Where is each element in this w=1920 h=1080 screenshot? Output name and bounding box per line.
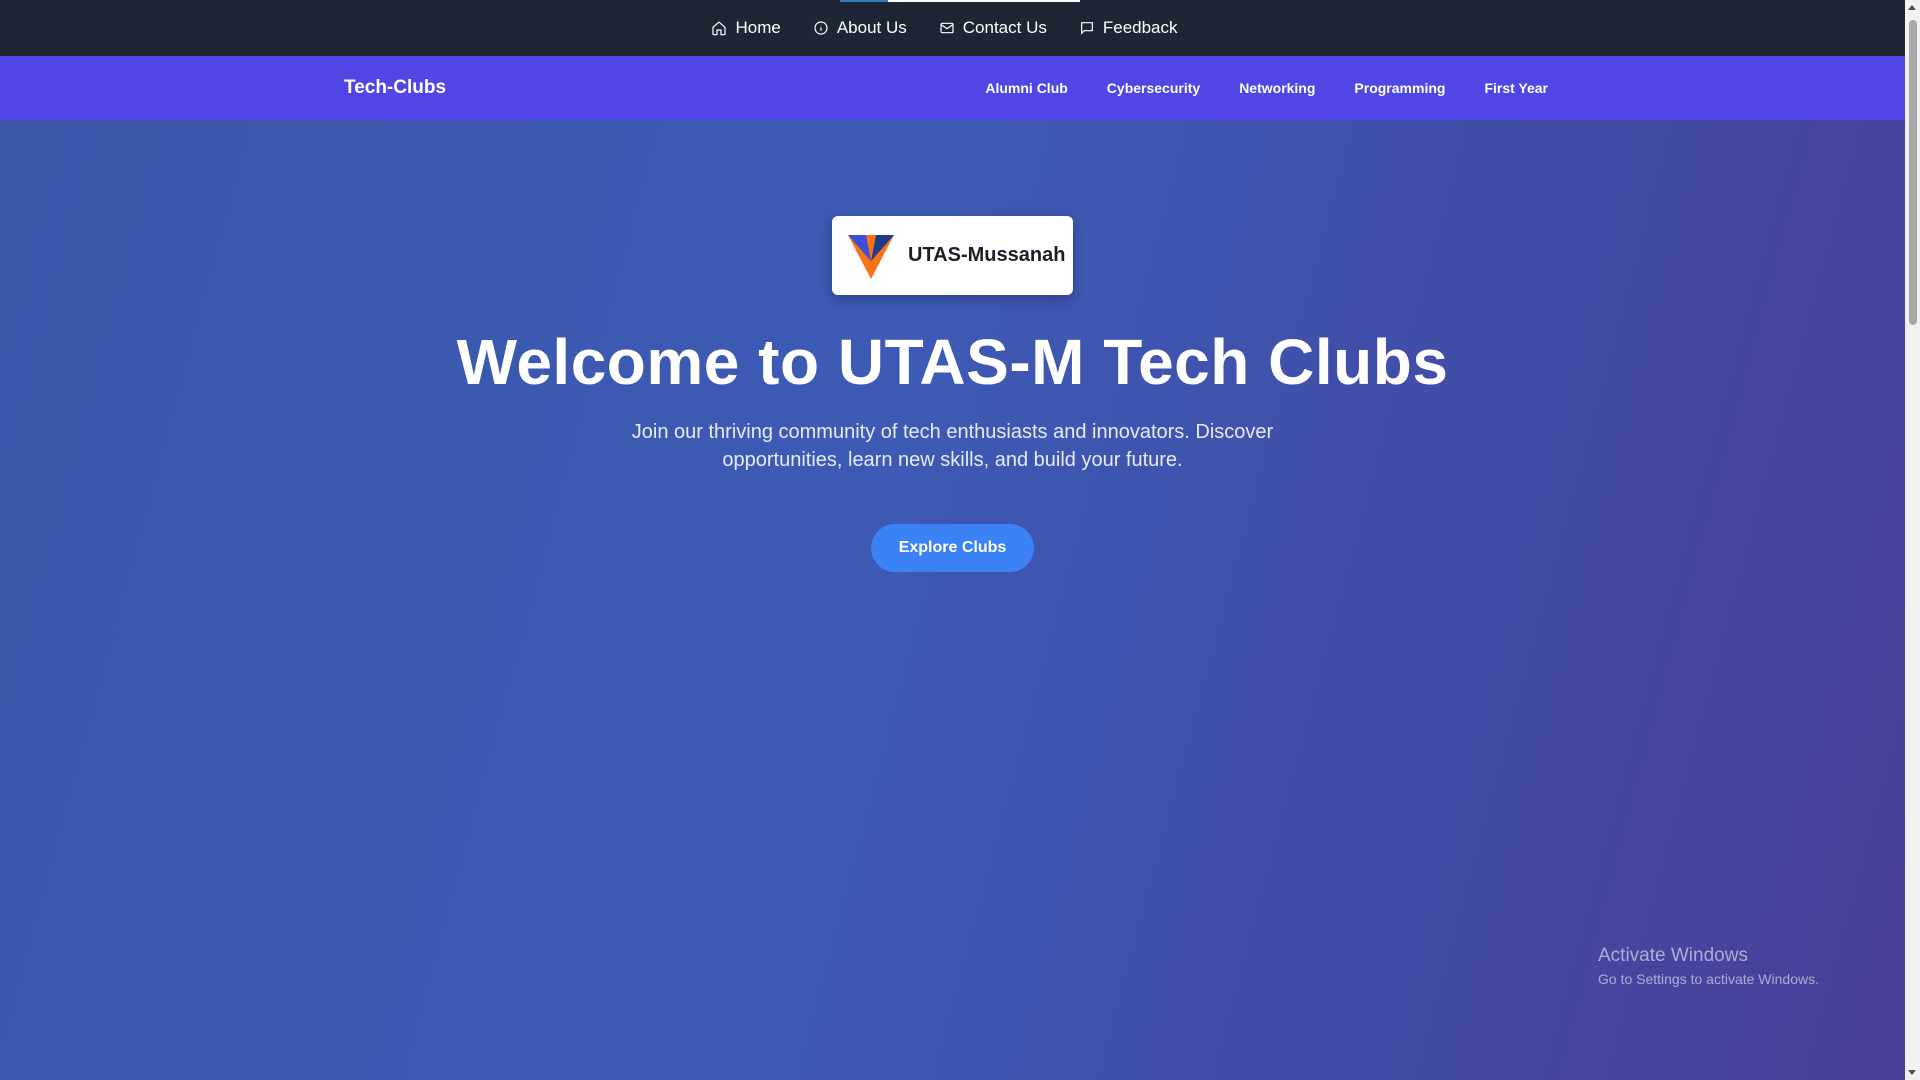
top-nav-feedback[interactable]: Feedback (1079, 18, 1178, 38)
scrollbar-thumb[interactable] (1909, 20, 1917, 325)
info-icon (814, 21, 828, 35)
hero-subtitle: Join our thriving community of tech enth… (622, 418, 1283, 474)
windows-activation-watermark: Activate Windows Go to Settings to activ… (1598, 945, 1819, 987)
watermark-title: Activate Windows (1598, 945, 1748, 966)
hero-title: Welcome to UTAS-M Tech Clubs (456, 326, 1449, 398)
club-nav: Alumni Club Cybersecurity Networking Pro… (985, 56, 1548, 120)
utas-logo-icon (848, 234, 894, 279)
scroll-down-arrow-icon[interactable] (1908, 1070, 1916, 1075)
logo-text: UTAS-Mussanah (908, 244, 1066, 266)
home-icon (712, 21, 727, 36)
hero-subtitle-line-1: Join our thriving community of tech enth… (631, 421, 1274, 443)
top-nav-home[interactable]: Home (711, 18, 781, 38)
page-scrollbar[interactable] (1905, 0, 1920, 1080)
nav-item-alumni-club[interactable]: Alumni Club (985, 80, 1067, 96)
top-nav-about-label: About Us (836, 18, 907, 37)
nav-item-first-year[interactable]: First Year (1484, 80, 1548, 96)
hero-subtitle-line-2: opportunities, learn new skills, and bui… (722, 449, 1183, 471)
watermark-subtitle: Go to Settings to activate Windows. (1598, 971, 1819, 987)
top-nav-feedback-label: Feedback (1102, 18, 1178, 37)
top-nav-home-label: Home (735, 18, 781, 37)
top-nav-contact[interactable]: Contact Us (939, 18, 1047, 38)
top-nav: Home About Us Contact Us Feedback (711, 18, 1178, 38)
nav-item-cybersecurity[interactable]: Cybersecurity (1107, 80, 1200, 96)
nav-item-programming[interactable]: Programming (1354, 80, 1445, 96)
brand-logo-text[interactable]: Tech-Clubs (344, 56, 446, 120)
top-nav-contact-label: Contact Us (962, 18, 1047, 37)
top-nav-about[interactable]: About Us (813, 18, 907, 38)
topbar-accent-indicator (840, 0, 888, 2)
top-utility-bar: Home About Us Contact Us Feedback (0, 0, 1905, 56)
university-logo-card: UTAS-Mussanah (832, 216, 1073, 295)
mail-icon (940, 22, 954, 34)
scroll-up-arrow-icon[interactable] (1908, 5, 1916, 10)
nav-item-networking[interactable]: Networking (1239, 80, 1315, 96)
main-nav: Tech-Clubs Alumni Club Cybersecurity Net… (0, 56, 1905, 120)
message-icon (1080, 22, 1093, 35)
explore-clubs-button[interactable]: Explore Clubs (871, 524, 1034, 572)
